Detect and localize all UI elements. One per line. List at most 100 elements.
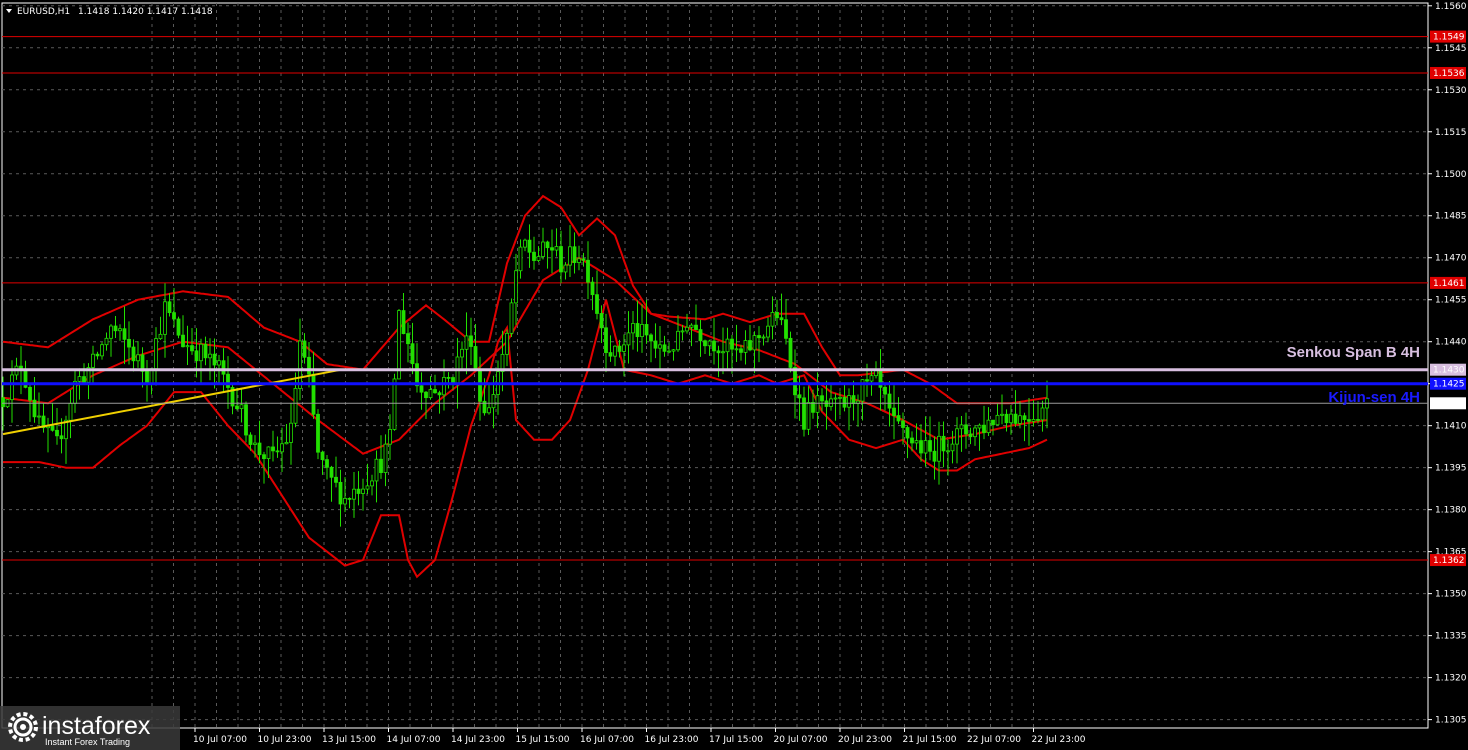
candle-body bbox=[631, 323, 635, 334]
candle-body bbox=[986, 419, 991, 434]
candle-body bbox=[653, 340, 658, 349]
candle-body bbox=[797, 394, 802, 399]
x-tick-label: 14 Jul 07:00 bbox=[387, 735, 441, 745]
candle-body bbox=[257, 442, 262, 456]
candle-body bbox=[811, 402, 815, 413]
candle-body bbox=[95, 353, 100, 357]
y-tick-label: 1.1515 bbox=[1435, 128, 1467, 138]
level-price-tag: 1.1536 bbox=[1433, 69, 1465, 79]
candle-body bbox=[464, 335, 469, 350]
x-tick-label: 22 Jul 07:00 bbox=[967, 735, 1021, 745]
candle-body bbox=[509, 302, 514, 334]
candle-body bbox=[635, 323, 640, 338]
candle-body bbox=[131, 346, 136, 362]
candle-body bbox=[833, 397, 838, 400]
x-tick-label: 16 Jul 23:00 bbox=[645, 735, 699, 745]
candle-body bbox=[712, 340, 716, 352]
candle-body bbox=[374, 458, 379, 482]
candle-body bbox=[266, 446, 271, 460]
candle-body bbox=[10, 374, 14, 401]
logo-tagline: Instant Forex Trading bbox=[45, 737, 130, 747]
candle-body bbox=[446, 376, 451, 379]
candle-body bbox=[410, 343, 415, 365]
candle-body bbox=[541, 241, 545, 257]
y-tick-label: 1.1485 bbox=[1435, 212, 1467, 222]
candle-body bbox=[32, 399, 37, 418]
x-tick-label: 20 Jul 07:00 bbox=[774, 735, 828, 745]
candle-body bbox=[298, 340, 302, 389]
candle-body bbox=[869, 375, 874, 382]
current-price-tag: 1.1418 bbox=[1433, 399, 1465, 409]
candle-body bbox=[613, 345, 617, 357]
y-tick-label: 1.1395 bbox=[1435, 464, 1467, 474]
candle-body bbox=[572, 246, 577, 263]
candle-body bbox=[928, 440, 932, 452]
candle-body bbox=[725, 338, 730, 353]
candle-body bbox=[806, 402, 811, 430]
candle-body bbox=[671, 349, 676, 352]
candle-body bbox=[752, 335, 757, 351]
candlestick-series bbox=[1, 224, 1049, 527]
candle-body bbox=[424, 391, 428, 399]
candle-body bbox=[365, 485, 370, 490]
candle-body bbox=[1018, 415, 1022, 424]
price-chart[interactable]: 1.1560 1.1545 1.1530 1.1515 1.1500 1.1485 1.14… bbox=[0, 0, 1468, 750]
candle-body bbox=[325, 459, 329, 468]
band-lower-line bbox=[3, 299, 1048, 579]
candle-body bbox=[950, 443, 955, 452]
candle-body bbox=[347, 497, 352, 500]
candle-body bbox=[433, 389, 437, 394]
candle-body bbox=[932, 450, 937, 462]
candle-body bbox=[275, 450, 280, 453]
candle-body bbox=[50, 425, 55, 431]
candle-body bbox=[212, 353, 217, 366]
candle-body bbox=[235, 405, 239, 410]
y-tick-label: 1.1440 bbox=[1435, 338, 1467, 348]
candle-body bbox=[838, 396, 842, 399]
candle-body bbox=[739, 348, 743, 353]
candle-body bbox=[644, 324, 649, 336]
candle-body bbox=[770, 312, 775, 327]
candle-body bbox=[514, 270, 518, 304]
candle-body bbox=[248, 434, 253, 445]
candle-body bbox=[887, 393, 892, 409]
candle-body bbox=[167, 301, 172, 314]
candle-body bbox=[518, 246, 523, 272]
candle-body bbox=[703, 340, 707, 347]
candle-body bbox=[428, 389, 433, 399]
candle-body bbox=[28, 386, 32, 401]
candle-body bbox=[761, 336, 766, 339]
dropdown-triangle-icon[interactable] bbox=[6, 9, 12, 13]
senkou-span-b-label: Senkou Span B 4H bbox=[1287, 344, 1420, 361]
candle-body bbox=[914, 440, 919, 444]
candle-body bbox=[145, 370, 149, 384]
y-tick-label: 1.1350 bbox=[1435, 590, 1467, 600]
candle-body bbox=[442, 376, 446, 396]
candle-body bbox=[1000, 413, 1004, 416]
gear-logo-icon bbox=[8, 712, 38, 742]
candle-body bbox=[1027, 419, 1031, 422]
candle-body bbox=[136, 354, 140, 362]
candle-body bbox=[721, 351, 725, 354]
x-tick-label: 21 Jul 15:00 bbox=[903, 735, 957, 745]
candle-body bbox=[383, 443, 388, 473]
candle-body bbox=[568, 246, 572, 266]
candle-body bbox=[649, 334, 653, 342]
candle-body bbox=[491, 394, 496, 409]
candle-body bbox=[563, 264, 568, 273]
candle-body bbox=[892, 407, 896, 416]
candle-body bbox=[437, 392, 442, 396]
candle-body bbox=[82, 376, 86, 383]
candle-body bbox=[815, 395, 820, 413]
candle-body bbox=[995, 414, 1000, 426]
candle-body bbox=[1009, 413, 1013, 424]
candle-body bbox=[766, 325, 770, 338]
instaforex-logo: instaforex Instant Forex Trading bbox=[0, 706, 180, 750]
candle-body bbox=[757, 335, 761, 339]
candle-body bbox=[361, 488, 365, 494]
candle-body bbox=[262, 454, 266, 460]
candle-body bbox=[293, 388, 298, 424]
horizontal-levels bbox=[2, 36, 1428, 561]
band-upper-line bbox=[2, 194, 1048, 405]
candle-body bbox=[392, 378, 397, 430]
